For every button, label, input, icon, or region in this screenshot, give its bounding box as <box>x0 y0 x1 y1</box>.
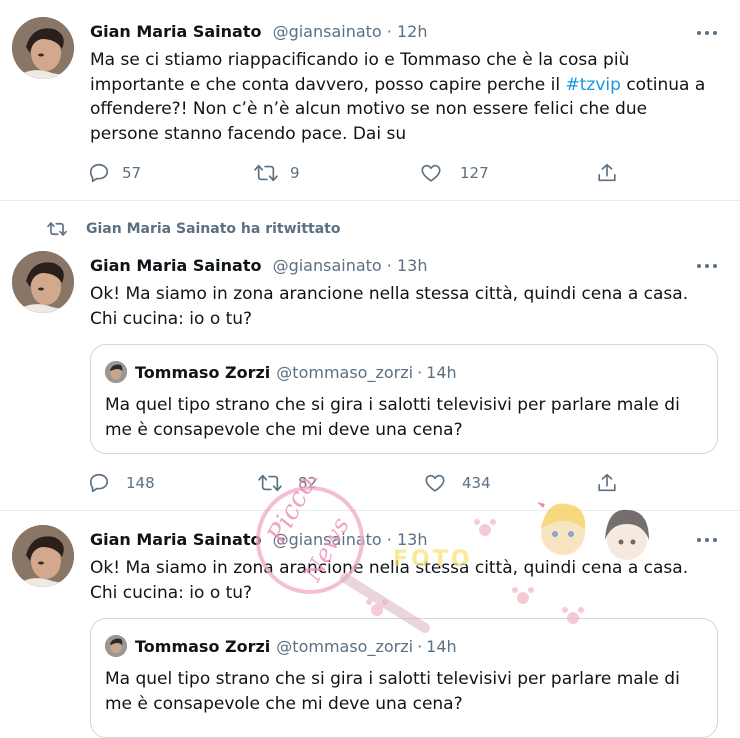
quoted-avatar <box>105 635 127 657</box>
more-options-icon[interactable] <box>696 535 718 545</box>
quoted-author-name: Tommaso Zorzi <box>135 362 271 382</box>
retweet-count: 9 <box>290 164 300 182</box>
quoted-header: Tommaso Zorzi @tommaso_zorzi · 14h <box>105 361 457 383</box>
share-icon <box>598 163 616 182</box>
heart-icon <box>421 164 441 182</box>
like-count: 434 <box>462 474 491 492</box>
more-options-icon[interactable] <box>696 261 718 271</box>
reply-count: 57 <box>122 164 142 182</box>
retweet-button[interactable]: 82 <box>258 470 317 496</box>
tweet-text: Ok! Ma siamo in zona arancione nella ste… <box>90 284 689 329</box>
heart-icon <box>425 474 445 492</box>
separator-dot: · <box>417 636 423 656</box>
reply-button[interactable]: 57 <box>88 160 141 186</box>
separator-dot: · <box>417 362 423 382</box>
retweet-icon <box>254 164 278 182</box>
separator-dot: · <box>386 530 392 549</box>
tweet-header: Gian Maria Sainato @giansainato · 13h <box>90 256 427 275</box>
avatar[interactable] <box>12 251 74 313</box>
like-button[interactable]: 434 <box>424 470 491 496</box>
separator-dot: · <box>386 22 392 41</box>
quoted-avatar <box>105 361 127 383</box>
reply-icon <box>89 163 109 183</box>
more-options-icon[interactable] <box>696 28 718 38</box>
reply-button[interactable]: 148 <box>88 470 155 496</box>
quoted-author-name: Tommaso Zorzi <box>135 636 271 656</box>
retweet-context: Gian Maria Sainato ha ritwittato <box>46 218 340 240</box>
tweet-time[interactable]: 12h <box>397 22 428 41</box>
quoted-author-handle: @tommaso_zorzi <box>276 636 414 656</box>
retweet-button[interactable]: 9 <box>254 160 300 186</box>
author-handle[interactable]: @giansainato <box>273 22 382 41</box>
author-name[interactable]: Gian Maria Sainato <box>90 530 261 549</box>
author-name[interactable]: Gian Maria Sainato <box>90 22 261 41</box>
tweet-divider <box>0 200 740 201</box>
share-button[interactable] <box>596 470 618 496</box>
avatar[interactable] <box>12 525 74 587</box>
quoted-time: 14h <box>426 636 457 656</box>
quoted-tweet[interactable]: Tommaso Zorzi @tommaso_zorzi · 14h Ma qu… <box>90 618 718 738</box>
separator-dot: · <box>386 256 392 275</box>
retweet-icon <box>258 474 282 492</box>
reply-icon <box>89 473 109 493</box>
tweet-header: Gian Maria Sainato @giansainato · 13h <box>90 530 427 549</box>
retweet-count: 82 <box>298 474 318 492</box>
tweet-divider <box>0 510 740 511</box>
retweet-icon <box>47 222 67 236</box>
tweet-text: Ma se ci stiamo riappacificando io e Tom… <box>90 50 706 144</box>
quoted-header: Tommaso Zorzi @tommaso_zorzi · 14h <box>105 635 457 657</box>
like-count: 127 <box>460 164 489 182</box>
share-icon <box>598 473 616 492</box>
quoted-text: Ma quel tipo strano che si gira i salott… <box>105 395 680 440</box>
quoted-time: 14h <box>426 362 457 382</box>
tweet-time[interactable]: 13h <box>397 530 428 549</box>
author-name[interactable]: Gian Maria Sainato <box>90 256 261 275</box>
retweet-label[interactable]: Gian Maria Sainato ha ritwittato <box>86 221 340 237</box>
author-handle[interactable]: @giansainato <box>273 530 382 549</box>
author-handle[interactable]: @giansainato <box>273 256 382 275</box>
avatar[interactable] <box>12 17 74 79</box>
like-button[interactable]: 127 <box>420 160 489 186</box>
quoted-author-handle: @tommaso_zorzi <box>276 362 414 382</box>
tweet-header: Gian Maria Sainato @giansainato · 12h <box>90 22 427 41</box>
tweet-text: Ok! Ma siamo in zona arancione nella ste… <box>90 558 689 603</box>
quoted-tweet[interactable]: Tommaso Zorzi @tommaso_zorzi · 14h Ma qu… <box>90 344 718 454</box>
tweet-time[interactable]: 13h <box>397 256 428 275</box>
share-button[interactable] <box>596 160 618 186</box>
hashtag-link[interactable]: #tzvip <box>566 75 621 95</box>
reply-count: 148 <box>126 474 155 492</box>
quoted-text: Ma quel tipo strano che si gira i salott… <box>105 669 680 714</box>
